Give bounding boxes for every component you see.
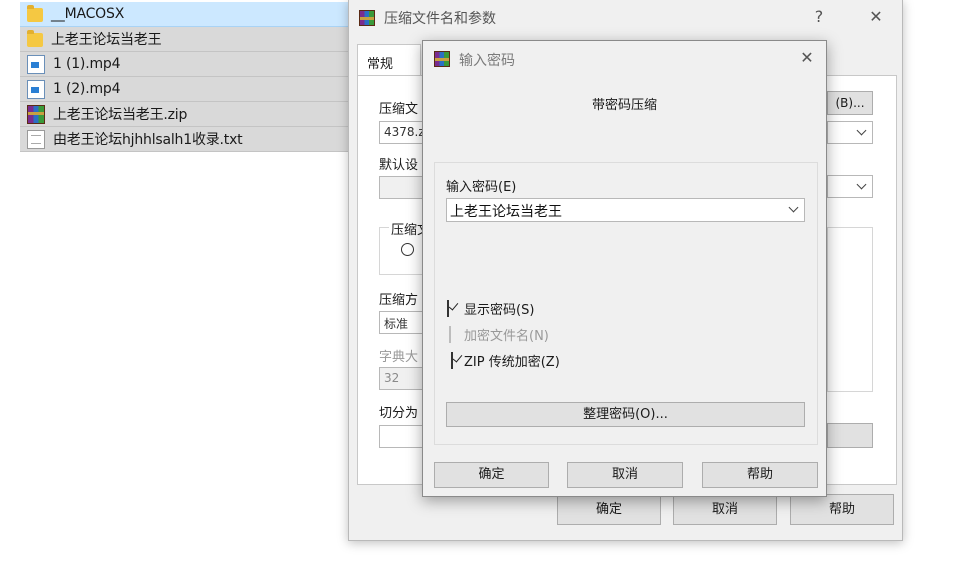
compression-method-label: 压缩方 xyxy=(379,293,419,308)
archive-name-dropdown[interactable] xyxy=(827,121,873,144)
zip-legacy-encryption-label: ZIP 传统加密(Z) xyxy=(464,355,560,370)
zip-legacy-encryption-checkbox[interactable] xyxy=(451,352,453,369)
file-name: 上老王论坛当老王 xyxy=(51,32,162,48)
file-name: __MACOSX xyxy=(51,6,125,22)
help-button[interactable]: 帮助 xyxy=(702,462,818,488)
default-settings-label: 默认设 xyxy=(379,158,419,173)
dialog-title: 输入密码 xyxy=(459,53,515,69)
ok-button[interactable]: 确定 xyxy=(434,462,549,488)
file-row-video-1[interactable]: 1 (1).mp4 2 xyxy=(20,52,370,77)
ok-button[interactable]: 确定 xyxy=(557,494,661,525)
profile-select[interactable] xyxy=(379,176,423,199)
password-input[interactable]: 上老王论坛当老王 xyxy=(446,198,805,222)
cancel-button[interactable]: 取消 xyxy=(567,462,683,488)
show-password-checkbox[interactable] xyxy=(447,300,449,317)
text-file-icon xyxy=(27,129,45,149)
enter-password-dialog: 输入密码 ✕ 带密码压缩 输入密码(E) 上老王论坛当老王 显示密码(S) 加密… xyxy=(422,40,827,497)
winrar-app-icon xyxy=(359,10,375,26)
window-title: 压缩文件名和参数 xyxy=(384,11,496,27)
file-row-video-2[interactable]: 1 (2).mp4 2 xyxy=(20,77,370,102)
dictionary-size-select[interactable]: 32 xyxy=(379,367,423,390)
browse-button[interactable]: (B)... xyxy=(827,91,873,115)
set-password-button[interactable] xyxy=(827,423,873,448)
file-row-folder[interactable]: 上老王论坛当老王 2 xyxy=(20,27,370,52)
file-row-txt[interactable]: 由老王论坛hjhhlsalh1收录.txt 2 xyxy=(20,127,370,152)
cancel-button[interactable]: 取消 xyxy=(673,494,777,525)
folder-icon xyxy=(27,5,43,22)
format-radio-button[interactable] xyxy=(401,243,414,256)
close-icon[interactable]: ✕ xyxy=(864,7,888,26)
file-name: 1 (2).mp4 xyxy=(53,81,121,97)
winrar-app-icon xyxy=(434,51,450,67)
file-row-zip[interactable]: 上老王论坛当老王.zip 2 xyxy=(20,102,370,127)
organize-passwords-button[interactable]: 整理密码(O)... xyxy=(446,402,805,427)
tab-general[interactable]: 常规 xyxy=(357,44,421,76)
archive-file-icon xyxy=(27,104,45,124)
help-icon[interactable]: ? xyxy=(807,7,831,26)
archive-name-label: 压缩文 xyxy=(379,102,419,117)
compression-method-select[interactable]: 标准 xyxy=(379,311,423,334)
video-file-icon xyxy=(27,54,45,74)
update-mode-dropdown[interactable] xyxy=(827,175,873,198)
file-row-macosx[interactable]: __MACOSX xyxy=(20,2,358,27)
split-volumes-label: 切分为 xyxy=(379,406,419,421)
encrypt-filenames-label: 加密文件名(N) xyxy=(464,329,549,344)
show-password-label: 显示密码(S) xyxy=(464,303,535,318)
dialog-heading: 带密码压缩 xyxy=(591,98,657,113)
folder-icon xyxy=(27,30,43,47)
close-icon[interactable]: ✕ xyxy=(795,48,819,67)
tab-general-label: 常规 xyxy=(367,57,394,72)
file-name: 1 (1).mp4 xyxy=(53,56,121,72)
encrypt-filenames-checkbox[interactable] xyxy=(449,326,451,343)
archive-options-group xyxy=(827,227,873,392)
help-button[interactable]: 帮助 xyxy=(790,494,894,525)
file-name: 上老王论坛当老王.zip xyxy=(53,107,188,123)
file-name: 由老王论坛hjhhlsalh1收录.txt xyxy=(53,132,243,148)
split-volumes-input[interactable] xyxy=(379,425,423,448)
dictionary-size-label: 字典大 xyxy=(379,350,419,365)
password-label: 输入密码(E) xyxy=(446,180,517,195)
video-file-icon xyxy=(27,79,45,99)
